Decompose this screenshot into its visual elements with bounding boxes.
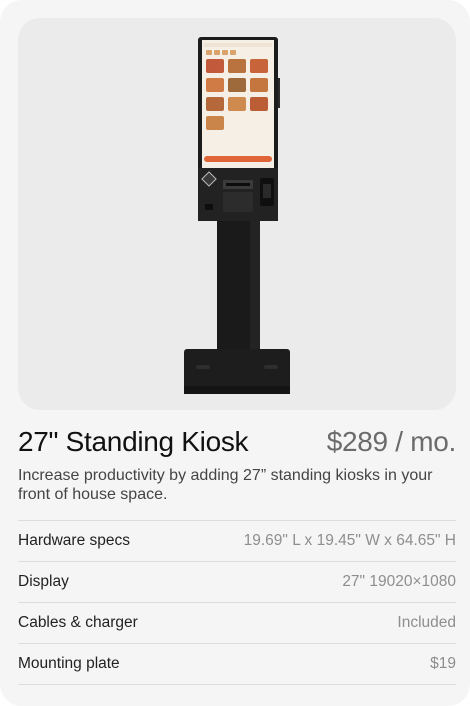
title-row: 27" Standing Kiosk $289 / mo. [18,424,456,464]
product-card: 27" Standing Kiosk $289 / mo. Increase p… [0,0,470,706]
spec-row-display: Display 27" 19020×1080 [18,562,456,603]
spec-value: $19 [430,655,456,672]
spec-label: Cables & charger [18,614,138,631]
spec-label: Mounting plate [18,655,120,672]
spec-row-mounting: Mounting plate $19 [18,644,456,685]
spec-row-cables: Cables & charger Included [18,603,456,644]
product-image [18,18,456,410]
product-description: Increase productivity by adding 27” stan… [18,467,433,503]
spec-value: 19.69" L x 19.45" W x 64.65" H [243,532,456,549]
spec-label: Hardware specs [18,532,130,549]
spec-value: Included [397,614,456,631]
kiosk-illustration [184,37,290,394]
spec-row-hardware: Hardware specs 19.69" L x 19.45" W x 64.… [18,521,456,562]
product-price: $289 / mo. [326,426,457,457]
spec-label: Display [18,573,69,590]
spec-value: 27" 19020×1080 [342,573,456,590]
specs-table: Hardware specs 19.69" L x 19.45" W x 64.… [18,520,456,685]
product-title: 27" Standing Kiosk [18,426,249,457]
